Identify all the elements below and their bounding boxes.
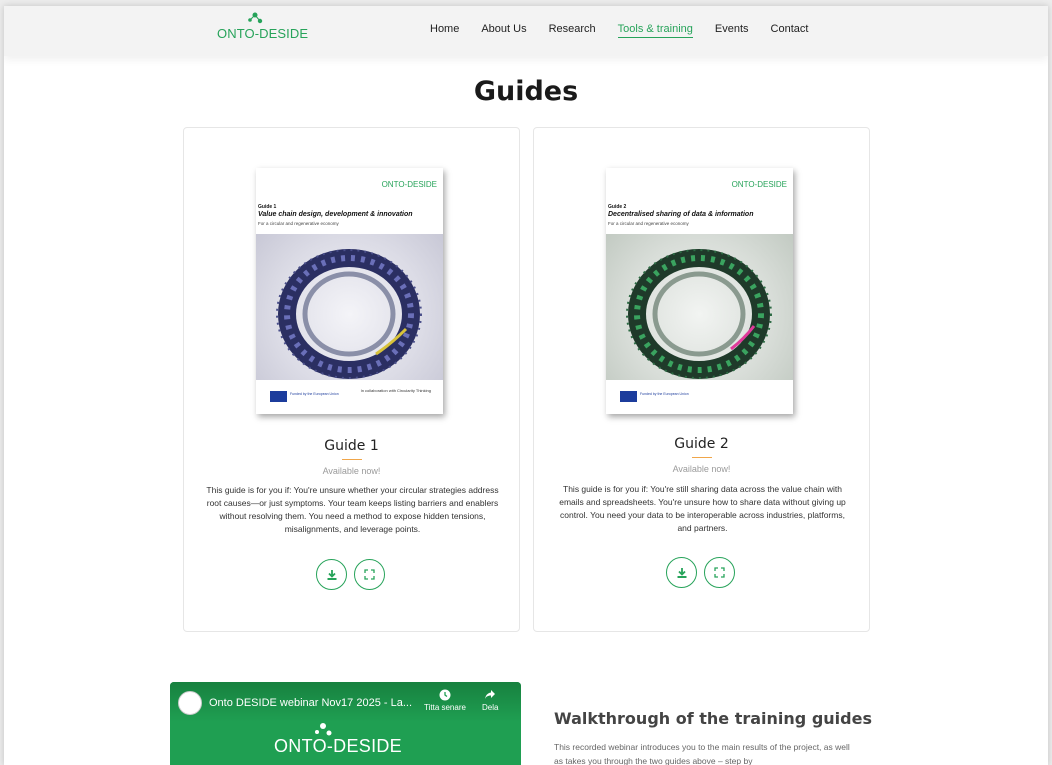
cover-guide-label: Guide 1 (258, 204, 277, 210)
download-button[interactable] (666, 557, 697, 588)
cover-title: Value chain design, development & innova… (258, 211, 413, 218)
guide-description: This guide is for you if: You're still s… (559, 484, 846, 533)
fullscreen-button[interactable] (704, 557, 735, 588)
walkthrough-text: This recorded webinar introduces you to … (554, 742, 850, 765)
nav-contact[interactable]: Contact (771, 23, 809, 38)
nav-about-us[interactable]: About Us (481, 23, 526, 38)
cover-title: Decentralised sharing of data & informat… (608, 211, 754, 218)
watch-later-button[interactable]: Titta senare (424, 689, 466, 712)
share-label: Dela (482, 703, 499, 712)
title-underline (342, 459, 362, 460)
site-logo[interactable]: ONTO-DESIDE (217, 12, 327, 48)
guide-actions (666, 557, 735, 588)
cover-guide-label: Guide 2 (608, 204, 627, 210)
ring-illustration (626, 249, 772, 379)
guide-1-cover[interactable]: ONTO-DESIDE Guide 1 Value chain design, … (256, 168, 443, 414)
title-underline (692, 457, 712, 458)
cover-header: ONTO-DESIDE Guide 2 Decentralised sharin… (606, 168, 793, 234)
cover-header: ONTO-DESIDE Guide 1 Value chain design, … (256, 168, 443, 234)
cover-footer: Funded by the European Union (606, 380, 793, 414)
site-header: ONTO-DESIDE Home About Us Research Tools… (4, 6, 1048, 56)
availability-status: Available now! (322, 466, 381, 476)
page-title: Guides (473, 76, 579, 107)
share-button[interactable]: Dela (482, 689, 498, 712)
cover-footer: Funded by the European Union In collabor… (256, 380, 443, 414)
eu-flag-icon (620, 391, 637, 402)
nav-home[interactable]: Home (430, 23, 459, 38)
walkthrough-title: Walkthrough of the training guides (554, 709, 872, 728)
video-logo-text: ONTO-DESIDE (274, 736, 402, 756)
fullscreen-button[interactable] (354, 559, 385, 590)
availability-status: Available now! (672, 464, 731, 474)
cover-subtitle: For a circular and regenerative economy (608, 221, 689, 226)
guide-card-2: ONTO-DESIDE Guide 2 Decentralised sharin… (533, 127, 870, 632)
guide-2-cover[interactable]: ONTO-DESIDE Guide 2 Decentralised sharin… (606, 168, 793, 414)
video-header: Onto DESIDE webinar Nov17 2025 - La... T… (170, 682, 521, 722)
partner-logo-text: In collaboration with Circularity Thinki… (360, 388, 431, 393)
guide-actions (316, 559, 385, 590)
clock-icon (439, 689, 451, 701)
watch-later-label: Titta senare (424, 703, 466, 712)
guide-title: Guide 1 (324, 438, 379, 454)
eu-flag-icon (270, 391, 287, 402)
eu-funding-text: Funded by the European Union (640, 392, 689, 396)
expand-icon (364, 569, 375, 580)
ring-illustration (276, 249, 422, 379)
cover-subtitle: For a circular and regenerative economy (258, 221, 339, 226)
guide-description: This guide is for you if: You're unsure … (206, 485, 499, 534)
cover-logo: ONTO-DESIDE (731, 180, 787, 189)
channel-avatar[interactable] (178, 691, 202, 715)
cover-logo: ONTO-DESIDE (381, 180, 437, 189)
download-icon (677, 567, 686, 578)
cover-ring-image (256, 234, 443, 380)
download-icon (327, 569, 336, 580)
share-icon (485, 690, 496, 699)
download-button[interactable] (316, 559, 347, 590)
guide-card-1: ONTO-DESIDE Guide 1 Value chain design, … (183, 127, 520, 632)
nav-tools-training[interactable]: Tools & training (617, 23, 693, 38)
cover-ring-image (606, 234, 793, 380)
video-player[interactable]: Onto DESIDE webinar Nov17 2025 - La... T… (170, 682, 521, 765)
eu-funding-text: Funded by the European Union (290, 392, 339, 396)
nav-events[interactable]: Events (715, 23, 749, 38)
video-title[interactable]: Onto DESIDE webinar Nov17 2025 - La... (209, 697, 412, 709)
guide-title: Guide 2 (674, 436, 729, 452)
page: ONTO-DESIDE Home About Us Research Tools… (4, 6, 1048, 765)
nav-research[interactable]: Research (549, 23, 596, 38)
main-nav: Home About Us Research Tools & training … (430, 23, 830, 38)
expand-icon (714, 567, 725, 578)
logo-text: ONTO-DESIDE (217, 26, 309, 41)
